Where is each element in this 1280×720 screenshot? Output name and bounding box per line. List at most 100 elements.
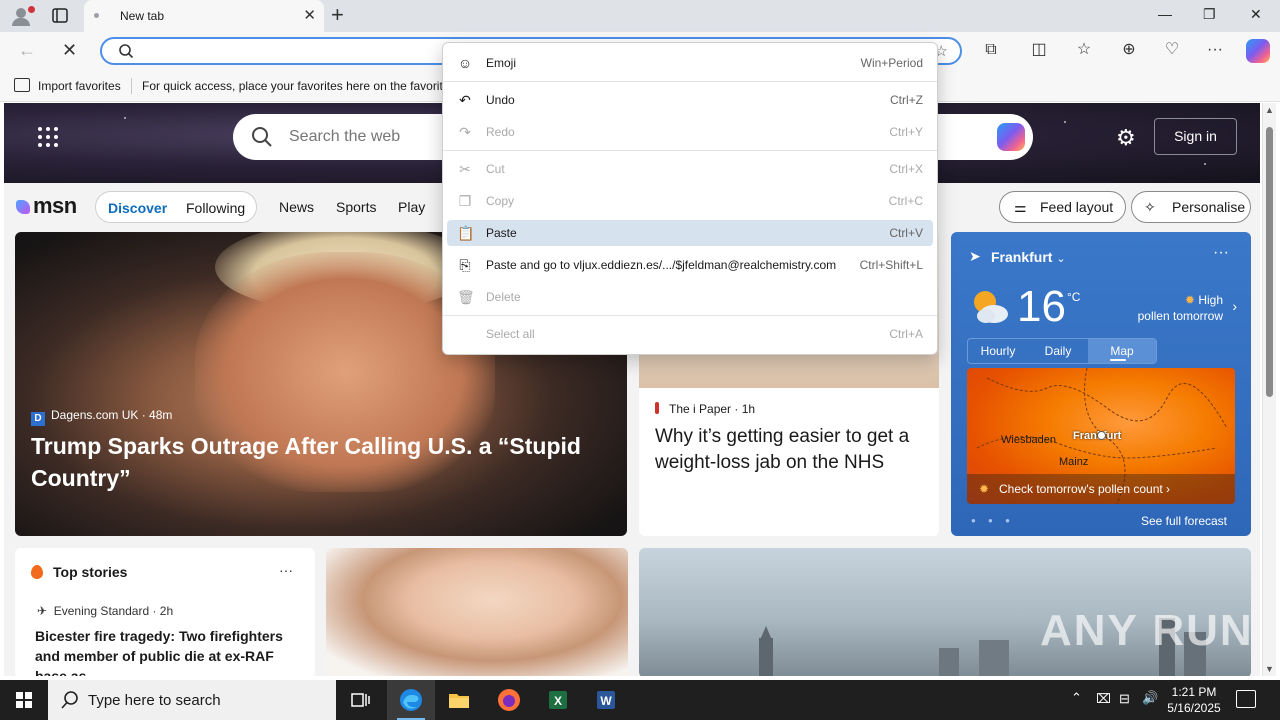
minimize-button[interactable]: — — [1158, 6, 1172, 22]
menu-item-redo[interactable]: ↷ Redo Ctrl+Y — [447, 119, 933, 145]
paste-go-icon: ⎘ — [459, 257, 471, 273]
close-window-button[interactable]: ✕ — [1250, 6, 1262, 23]
tab-map[interactable]: Map — [1088, 339, 1156, 363]
notification-center-icon[interactable] — [1236, 690, 1256, 708]
menu-item-paste[interactable]: 📋 Paste Ctrl+V — [447, 220, 933, 246]
story-source: D Dagens.com UK · 48m — [31, 408, 172, 426]
chevron-right-icon[interactable]: › — [1232, 298, 1237, 314]
hero-headline[interactable]: Trump Sparks Outrage After Calling U.S. … — [31, 430, 601, 494]
pollen-forecast[interactable]: ✹ High pollen tomorrow — [1138, 292, 1223, 324]
taskbar-firefox[interactable] — [485, 680, 533, 720]
msn-logo[interactable]: msn — [16, 193, 77, 219]
cut-icon: ✂ — [459, 161, 471, 177]
collections-icon[interactable]: ⊕ — [1118, 39, 1140, 61]
nav-sports[interactable]: Sports — [336, 199, 376, 215]
taskbar-excel[interactable]: X — [534, 680, 582, 720]
nav-news[interactable]: News — [279, 199, 314, 215]
favorites-icon[interactable]: ☆ — [1073, 39, 1095, 61]
menu-item-cut[interactable]: ✂ Cut Ctrl+X — [447, 156, 933, 182]
menu-item-paste-and-go[interactable]: ⎘ Paste and go to vljux.eddiezn.es/.../$… — [447, 252, 933, 278]
story-image-card[interactable] — [326, 548, 628, 676]
tray-device-icon[interactable]: ⌧ — [1096, 691, 1111, 720]
settings-gear-icon[interactable]: ⚙ — [1116, 125, 1136, 151]
top-stories-heading: Top stories — [31, 564, 127, 580]
context-menu: ☺ Emoji Win+Period ↶ Undo Ctrl+Z ↷ Redo … — [442, 42, 938, 355]
more-menu-icon[interactable]: ··· — [1204, 39, 1226, 61]
vertical-scrollbar[interactable]: ▲ ▼ — [1262, 103, 1276, 676]
map-city-label: Mainz — [1059, 456, 1089, 468]
tab-hourly[interactable]: Hourly — [968, 339, 1028, 363]
new-tab-button[interactable]: + — [331, 4, 344, 26]
menu-item-copy[interactable]: ❐ Copy Ctrl+C — [447, 188, 933, 214]
taskbar-clock[interactable]: 1:21 PM 5/16/2025 — [1164, 684, 1224, 716]
edge-icon — [400, 689, 422, 711]
menu-item-select-all[interactable]: Select all Ctrl+A — [447, 321, 933, 347]
tab-discover[interactable]: Discover — [108, 200, 167, 216]
maximize-button[interactable]: ❐ — [1203, 6, 1216, 23]
copilot-icon[interactable] — [1246, 39, 1270, 63]
feed-layout-button[interactable]: ⚌ Feed layout — [999, 191, 1126, 223]
scrollbar-thumb[interactable] — [1266, 127, 1273, 397]
carousel-dots[interactable]: ● ● ● — [971, 516, 1015, 525]
tab-following[interactable]: Following — [186, 200, 245, 216]
browser-essentials-icon[interactable]: ♡ — [1161, 39, 1183, 61]
profile-button[interactable] — [8, 4, 35, 28]
emoji-icon: ☺ — [457, 55, 473, 71]
source-logo-icon: D — [31, 412, 45, 426]
taskbar-search-box[interactable]: Type here to search — [48, 680, 336, 720]
weather-location[interactable]: Frankfurt ⌄ — [991, 249, 1066, 265]
scroll-up-icon[interactable]: ▲ — [1265, 105, 1274, 115]
menu-item-emoji[interactable]: ☺ Emoji Win+Period — [447, 50, 933, 76]
map-city-label: Wiesbaden — [1001, 434, 1057, 446]
weather-map[interactable]: Wiesbaden Frankfurt Mainz ✹ Check tomorr… — [967, 368, 1235, 504]
title-bar: New tab ✕ + — ❐ ✕ — [0, 0, 1280, 32]
taskbar-edge[interactable] — [387, 680, 435, 720]
story-headline[interactable]: Why it’s getting easier to get a weight-… — [655, 424, 925, 476]
source-logo-icon: ✈ — [37, 604, 48, 618]
volume-icon[interactable]: 🔊 — [1142, 690, 1158, 720]
location-marker — [1097, 431, 1106, 440]
sign-in-button[interactable]: Sign in — [1154, 118, 1237, 155]
favorites-divider — [131, 78, 132, 94]
stop-loading-button[interactable]: ✕ — [62, 40, 77, 61]
temperature: 16 — [1017, 282, 1066, 331]
extensions-icon[interactable]: ⧉ — [980, 39, 1002, 61]
scroll-down-icon[interactable]: ▼ — [1265, 664, 1274, 674]
app-launcher-icon[interactable] — [38, 127, 58, 147]
taskbar-file-explorer[interactable] — [435, 680, 483, 720]
menu-divider — [443, 150, 937, 151]
top-stories-more-button[interactable]: ··· — [279, 562, 293, 578]
personalise-button[interactable]: ✧ Personalise — [1131, 191, 1251, 223]
copilot-search-icon[interactable] — [997, 123, 1025, 151]
import-favorites-button[interactable]: Import favorites — [38, 79, 121, 93]
taskbar-word[interactable]: W — [582, 680, 630, 720]
flame-icon — [31, 565, 43, 579]
start-button[interactable] — [0, 680, 48, 720]
menu-item-undo[interactable]: ↶ Undo Ctrl+Z — [447, 87, 933, 113]
partly-cloudy-icon — [974, 291, 1008, 323]
pollen-count-link[interactable]: ✹ Check tomorrow's pollen count › — [967, 474, 1235, 504]
temperature-unit: °C — [1067, 290, 1081, 304]
task-view-button[interactable] — [336, 680, 384, 720]
tab-daily[interactable]: Daily — [1028, 339, 1088, 363]
split-screen-icon[interactable]: ◫ — [1028, 39, 1050, 61]
paste-icon: 📋 — [457, 225, 475, 241]
nav-play[interactable]: Play — [398, 199, 425, 215]
tab-new-tab[interactable]: New tab ✕ — [84, 0, 324, 32]
search-placeholder: Search the web — [289, 128, 401, 145]
svg-text:X: X — [554, 694, 562, 708]
back-button[interactable]: ← — [18, 40, 36, 61]
menu-divider — [443, 315, 937, 316]
see-full-forecast-link[interactable]: See full forecast — [1141, 514, 1227, 528]
weather-more-button[interactable]: ··· — [1213, 244, 1229, 262]
pollen-icon: ✹ — [1184, 293, 1195, 307]
personalise-icon: ✧ — [1144, 199, 1156, 215]
redo-icon: ↷ — [459, 124, 471, 140]
tray-chevron-up-icon[interactable]: ⌃ — [1071, 690, 1082, 720]
tab-close-icon[interactable]: ✕ — [303, 6, 316, 24]
tab-actions-button[interactable] — [46, 6, 74, 26]
network-icon[interactable]: ⊟ — [1119, 691, 1130, 720]
story-headline[interactable]: Bicester fire tragedy: Two firefighters … — [35, 626, 303, 676]
top-stories-card: Top stories ··· ✈ Evening Standard · 2h … — [15, 548, 315, 676]
menu-item-delete[interactable]: 🗑 Delete — [447, 284, 933, 310]
